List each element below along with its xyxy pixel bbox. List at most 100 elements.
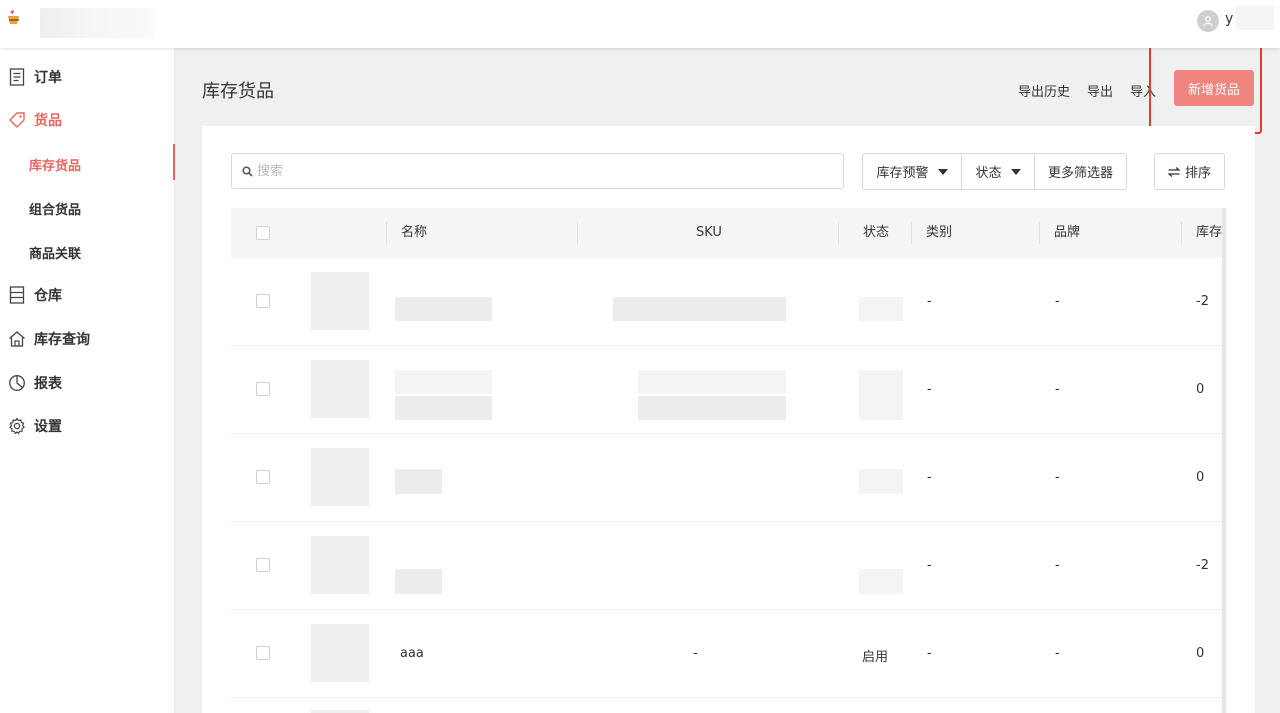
redacted-status: [859, 297, 903, 321]
sidebar-subitem-combo-goods[interactable]: 组合货品: [0, 188, 175, 228]
sidebar-item-settings[interactable]: 设置: [0, 406, 175, 446]
product-thumbnail[interactable]: [311, 272, 369, 330]
product-thumbnail[interactable]: [311, 536, 369, 594]
category-cell: -: [927, 558, 932, 573]
column-header-sku[interactable]: SKU: [696, 208, 722, 258]
sidebar-item-label: 订单: [34, 70, 62, 86]
sidebar-item-orders[interactable]: 订单: [0, 57, 175, 97]
product-thumbnail[interactable]: [311, 448, 369, 506]
row-divider: [231, 345, 1225, 346]
swap-icon: [1167, 166, 1180, 177]
order-icon: [8, 68, 26, 86]
column-header-name[interactable]: 名称: [401, 208, 427, 258]
tag-icon: [8, 111, 26, 129]
row-divider: [231, 697, 1225, 698]
row-divider: [231, 521, 1225, 522]
product-thumbnail[interactable]: [311, 360, 369, 418]
redacted-name: [395, 396, 492, 420]
row-checkbox[interactable]: [256, 470, 270, 484]
table-header: 名称 SKU 状态 类别 品牌 库存: [231, 208, 1225, 258]
sidebar-item-label: 报表: [34, 376, 62, 392]
sidebar-item-warehouse[interactable]: 仓库: [0, 275, 175, 315]
stock-cell: -2: [1196, 294, 1209, 309]
redacted-name: [395, 297, 492, 321]
column-divider: [911, 222, 912, 244]
sidebar-item-reports[interactable]: 报表: [0, 363, 175, 403]
column-divider: [838, 222, 839, 244]
row-divider: [231, 433, 1225, 434]
name-cell[interactable]: aaa: [400, 646, 424, 661]
stock-alert-filter[interactable]: 库存预警: [863, 154, 962, 189]
sidebar-item-goods[interactable]: 货品: [0, 100, 175, 140]
caret-down-icon: [1010, 168, 1021, 175]
row-checkbox[interactable]: [256, 294, 270, 308]
more-filters-button[interactable]: 更多筛选器: [1035, 154, 1126, 189]
search-input[interactable]: [257, 163, 817, 179]
sidebar-item-label: 设置: [34, 419, 62, 435]
stock-cell: 0: [1196, 382, 1205, 397]
column-header-status[interactable]: 状态: [863, 208, 889, 258]
brand-cell: -: [1055, 646, 1060, 661]
sort-label: 排序: [1184, 166, 1211, 181]
stock-cell: -2: [1196, 558, 1209, 573]
sidebar-item-label: 库存查询: [34, 332, 90, 348]
sidebar-subitem-product-link[interactable]: 商品关联: [0, 232, 175, 272]
export-link[interactable]: 导出: [1087, 81, 1113, 100]
stock-cell: 0: [1196, 646, 1205, 661]
row-divider: [231, 609, 1225, 610]
pie-chart-icon: [8, 374, 26, 392]
row-checkbox[interactable]: [256, 558, 270, 572]
filter-label: 状态: [975, 166, 1002, 181]
row-checkbox[interactable]: [256, 646, 270, 660]
redacted-name: [395, 469, 442, 494]
search-box[interactable]: [231, 153, 844, 189]
filter-group: 库存预警 状态 更多筛选器: [862, 153, 1127, 190]
redacted-name: [395, 569, 442, 594]
column-divider: [577, 222, 578, 244]
brand-cell: -: [1055, 558, 1060, 573]
annotation-highlight-box: [1149, 45, 1262, 134]
user-icon: [1203, 16, 1213, 27]
redacted-status: [859, 469, 903, 494]
column-header-brand[interactable]: 品牌: [1054, 208, 1080, 258]
product-thumbnail[interactable]: [311, 624, 369, 682]
row-checkbox[interactable]: [256, 382, 270, 396]
category-cell: -: [927, 470, 932, 485]
redacted-name: [395, 370, 492, 394]
page-title: 库存货品: [202, 81, 274, 102]
column-header-category[interactable]: 类别: [926, 208, 952, 258]
status-filter[interactable]: 状态: [962, 154, 1035, 189]
user-name-redacted: [1236, 6, 1274, 30]
column-header-stock[interactable]: 库存: [1196, 208, 1222, 258]
redacted-sku: [638, 370, 786, 394]
filter-label: 更多筛选器: [1047, 166, 1113, 181]
caret-down-icon: [937, 168, 948, 175]
category-cell: -: [927, 646, 932, 661]
sidebar-subitem-stock-goods[interactable]: 库存货品: [0, 144, 175, 184]
brand-cell: -: [1055, 382, 1060, 397]
sidebar-item-label: 货品: [34, 113, 62, 129]
sidebar: 订单 货品 库存货品 组合货品 商品关联 仓库 库存查询 报表 设置: [0, 48, 175, 713]
select-all-checkbox[interactable]: [256, 226, 270, 240]
category-cell: -: [927, 382, 932, 397]
column-divider: [1181, 222, 1182, 244]
sort-button[interactable]: 排序: [1154, 153, 1225, 190]
category-cell: -: [927, 294, 932, 309]
redacted-sku: [638, 396, 786, 420]
brand-cell: -: [1055, 294, 1060, 309]
sidebar-item-stock-query[interactable]: 库存查询: [0, 319, 175, 359]
sku-cell: -: [693, 646, 698, 661]
sidebar-item-label: 仓库: [34, 288, 62, 304]
column-divider: [1039, 222, 1040, 244]
warehouse-icon: [8, 286, 26, 304]
export-history-link[interactable]: 导出历史: [1018, 81, 1070, 100]
app-name-redacted: [40, 8, 155, 38]
redacted-status: [859, 569, 903, 594]
column-divider: [386, 222, 387, 244]
table-scroll-edge[interactable]: [1222, 208, 1226, 713]
redacted-sku: [613, 297, 786, 321]
user-name[interactable]: y: [1225, 11, 1233, 27]
brand-cell: -: [1055, 470, 1060, 485]
user-avatar[interactable]: [1197, 10, 1219, 32]
app-logo-icon[interactable]: [7, 10, 21, 26]
